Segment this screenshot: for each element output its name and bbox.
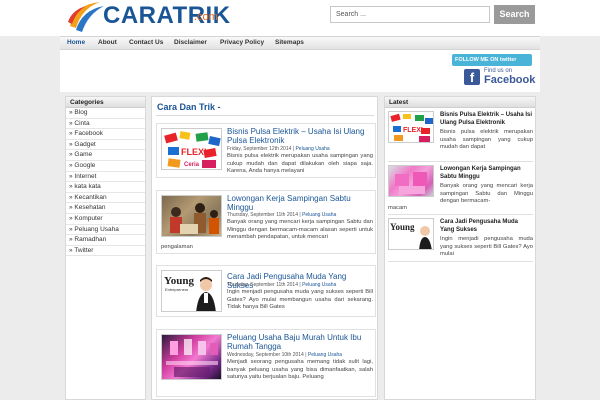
category-link[interactable]: » Google: [66, 161, 145, 172]
latest-title: Latest: [385, 97, 535, 108]
site-logo[interactable]: CARATRIK .com: [66, 0, 230, 34]
latest-thumbnail[interactable]: Young: [388, 218, 434, 250]
post-category-link[interactable]: Peluang Usaha: [302, 282, 336, 288]
category-link[interactable]: » Ramadhan: [66, 235, 145, 246]
latest-item: FLEXI Bisnis Pulsa Elektrik – Usaha Isi …: [388, 111, 533, 159]
follow-twitter-button[interactable]: FOLLOW ME ON twitter: [452, 54, 532, 66]
nav-sitemaps[interactable]: Sitemaps: [275, 39, 304, 46]
post-meta: Thursday, September 11th 2014 | Peluang …: [227, 212, 337, 218]
nav-about[interactable]: About: [98, 39, 117, 46]
latest-excerpt: Bisnis pulsa elektrik merupakan usaha sa…: [440, 129, 533, 150]
category-link[interactable]: » Kecantikan: [66, 193, 145, 204]
post-category-link[interactable]: Peluang Usaha: [302, 212, 336, 218]
nav-home[interactable]: Home: [67, 39, 85, 46]
post-thumbnail[interactable]: Young Entrepreneur: [161, 270, 222, 312]
category-link[interactable]: » Facebook: [66, 129, 145, 140]
main-nav: Home About Contact Us Disclaimer Privacy…: [60, 36, 540, 50]
post-date: Thursday, September 11th 2014: [227, 282, 298, 288]
site-header: CARATRIK .com Search ... Search: [0, 0, 600, 36]
latest-item: Young Cara Jadi Pengusaha Muda Yang Suks…: [388, 218, 533, 258]
post-thumbnail[interactable]: [161, 195, 222, 237]
logo-suffix: .com: [194, 11, 218, 23]
workers-photo-icon: [170, 203, 219, 234]
post-card: Peluang Usaha Baju Murah Untuk Ibu Rumah…: [156, 329, 376, 397]
svg-text:FLEXI: FLEXI: [403, 127, 423, 134]
search-button[interactable]: Search: [494, 5, 535, 24]
svg-text:Young: Young: [164, 275, 194, 287]
facebook-icon: f: [464, 69, 480, 85]
pulsa-vouchers-icon: FLEXI Ceria: [164, 131, 221, 168]
post-excerpt: Bisnis pulsa elektrik merupakan usaha sa…: [227, 153, 373, 175]
latest-thumbnail[interactable]: FLEXI: [388, 111, 434, 143]
category-link[interactable]: » Cinta: [66, 119, 145, 130]
category-link[interactable]: » Twitter: [66, 246, 145, 257]
post-category-link[interactable]: Peluang Usaha: [308, 352, 342, 358]
young-entrepreneur-icon: Young Entrepreneur: [164, 275, 216, 311]
page-title: Cara Dan Trik -: [157, 102, 221, 112]
facebook-word: Facebook: [484, 74, 536, 86]
category-link[interactable]: » Game: [66, 150, 145, 161]
title-divider: [156, 115, 374, 116]
svg-text:FLEXI: FLEXI: [181, 147, 207, 157]
categories-title: Categories: [66, 97, 145, 108]
latest-title-link[interactable]: Bisnis Pulsa Elektrik – Usaha Isi Ulang …: [440, 111, 533, 127]
latest-excerpt: Banyak orang yang mencari kerja sampinga…: [440, 183, 533, 204]
divider: [388, 261, 533, 262]
post-excerpt: Menjadi seorang pengusaha memang tidak s…: [227, 359, 373, 381]
post-thumbnail[interactable]: [161, 334, 222, 380]
pulsa-vouchers-icon: FLEXI: [390, 113, 433, 142]
search-input[interactable]: Search ...: [330, 6, 490, 23]
nav-disclaimer[interactable]: Disclaimer: [174, 39, 207, 46]
category-link[interactable]: » Blog: [66, 108, 145, 119]
post-title-link[interactable]: Lowongan Kerja Sampingan Sabtu Minggu: [227, 194, 373, 212]
category-link[interactable]: » Internet: [66, 172, 145, 183]
post-title-link[interactable]: Peluang Usaha Baju Murah Untuk Ibu Rumah…: [227, 333, 373, 351]
category-link[interactable]: » Gadget: [66, 140, 145, 151]
post-meta: Thursday, September 11th 2014 | Peluang …: [227, 282, 337, 288]
category-link[interactable]: » Kesehatan: [66, 203, 145, 214]
post-card: Lowongan Kerja Sampingan Sabtu Minggu Th…: [156, 190, 376, 254]
workers-photo-icon: [395, 172, 427, 194]
nav-privacy-policy[interactable]: Privacy Policy: [220, 39, 264, 46]
main-content: Cara Dan Trik - FLEXI Ceria Bisnis Pulsa…: [151, 96, 378, 400]
young-entrepreneur-icon: Young: [390, 222, 432, 249]
categories-widget: Categories » Blog » Cinta » Facebook » G…: [65, 96, 146, 400]
latest-title-link[interactable]: Cara Jadi Pengusaha Muda Yang Sukses: [440, 218, 533, 234]
post-date: Friday, September 12th 2014: [227, 146, 292, 152]
nav-contact-us[interactable]: Contact Us: [129, 39, 163, 46]
latest-thumbnail[interactable]: [388, 165, 434, 197]
category-link[interactable]: » Peluang Usaha: [66, 225, 145, 236]
svg-text:Entrepreneur: Entrepreneur: [165, 287, 189, 292]
category-link[interactable]: » Komputer: [66, 214, 145, 225]
latest-excerpt: Ingin menjadi pengusaha muda yang sukses…: [440, 236, 533, 257]
post-card: Young Entrepreneur Cara Jadi Pengusaha M…: [156, 265, 376, 317]
post-excerpt-wrap: pengalaman: [161, 244, 193, 250]
divider: [388, 214, 533, 215]
post-title-link[interactable]: Bisnis Pulsa Elektrik – Usaha Isi Ulang …: [227, 127, 373, 145]
svg-text:Young: Young: [390, 222, 415, 232]
latest-widget: Latest FLEXI Bisnis Pulsa Elektrik – Usa…: [384, 96, 536, 400]
post-date: Wednesday, September 10th 2014: [227, 352, 304, 358]
post-meta: Wednesday, September 10th 2014 | Peluang…: [227, 352, 343, 358]
latest-item: Lowongan Kerja Sampingan Sabtu Minggu Ba…: [388, 165, 533, 217]
svg-text:Ceria: Ceria: [184, 162, 200, 168]
facebook-button[interactable]: f Find us on Facebook: [464, 68, 536, 90]
latest-excerpt-wrap: macam: [388, 205, 408, 211]
post-card: FLEXI Ceria Bisnis Pulsa Elektrik – Usah…: [156, 123, 376, 178]
divider: [388, 161, 533, 162]
post-meta: Friday, September 12th 2014 | Peluang Us…: [227, 146, 330, 152]
category-link[interactable]: » kata kata: [66, 182, 145, 193]
post-category-link[interactable]: Peluang Usaha: [295, 146, 329, 152]
post-date: Thursday, September 11th 2014: [227, 212, 298, 218]
logo-swoosh-icon: [68, 2, 104, 32]
social-area: FOLLOW ME ON twitter f Find us on Facebo…: [60, 50, 540, 92]
post-thumbnail[interactable]: FLEXI Ceria: [161, 128, 222, 170]
post-excerpt: Ingin menjadi pengusaha muda yang sukses…: [227, 289, 373, 311]
post-excerpt: Banyak orang yang mencari kerja sampinga…: [227, 219, 373, 241]
latest-title-link[interactable]: Lowongan Kerja Sampingan Sabtu Minggu: [440, 165, 533, 181]
clothing-store-icon: [166, 339, 218, 377]
